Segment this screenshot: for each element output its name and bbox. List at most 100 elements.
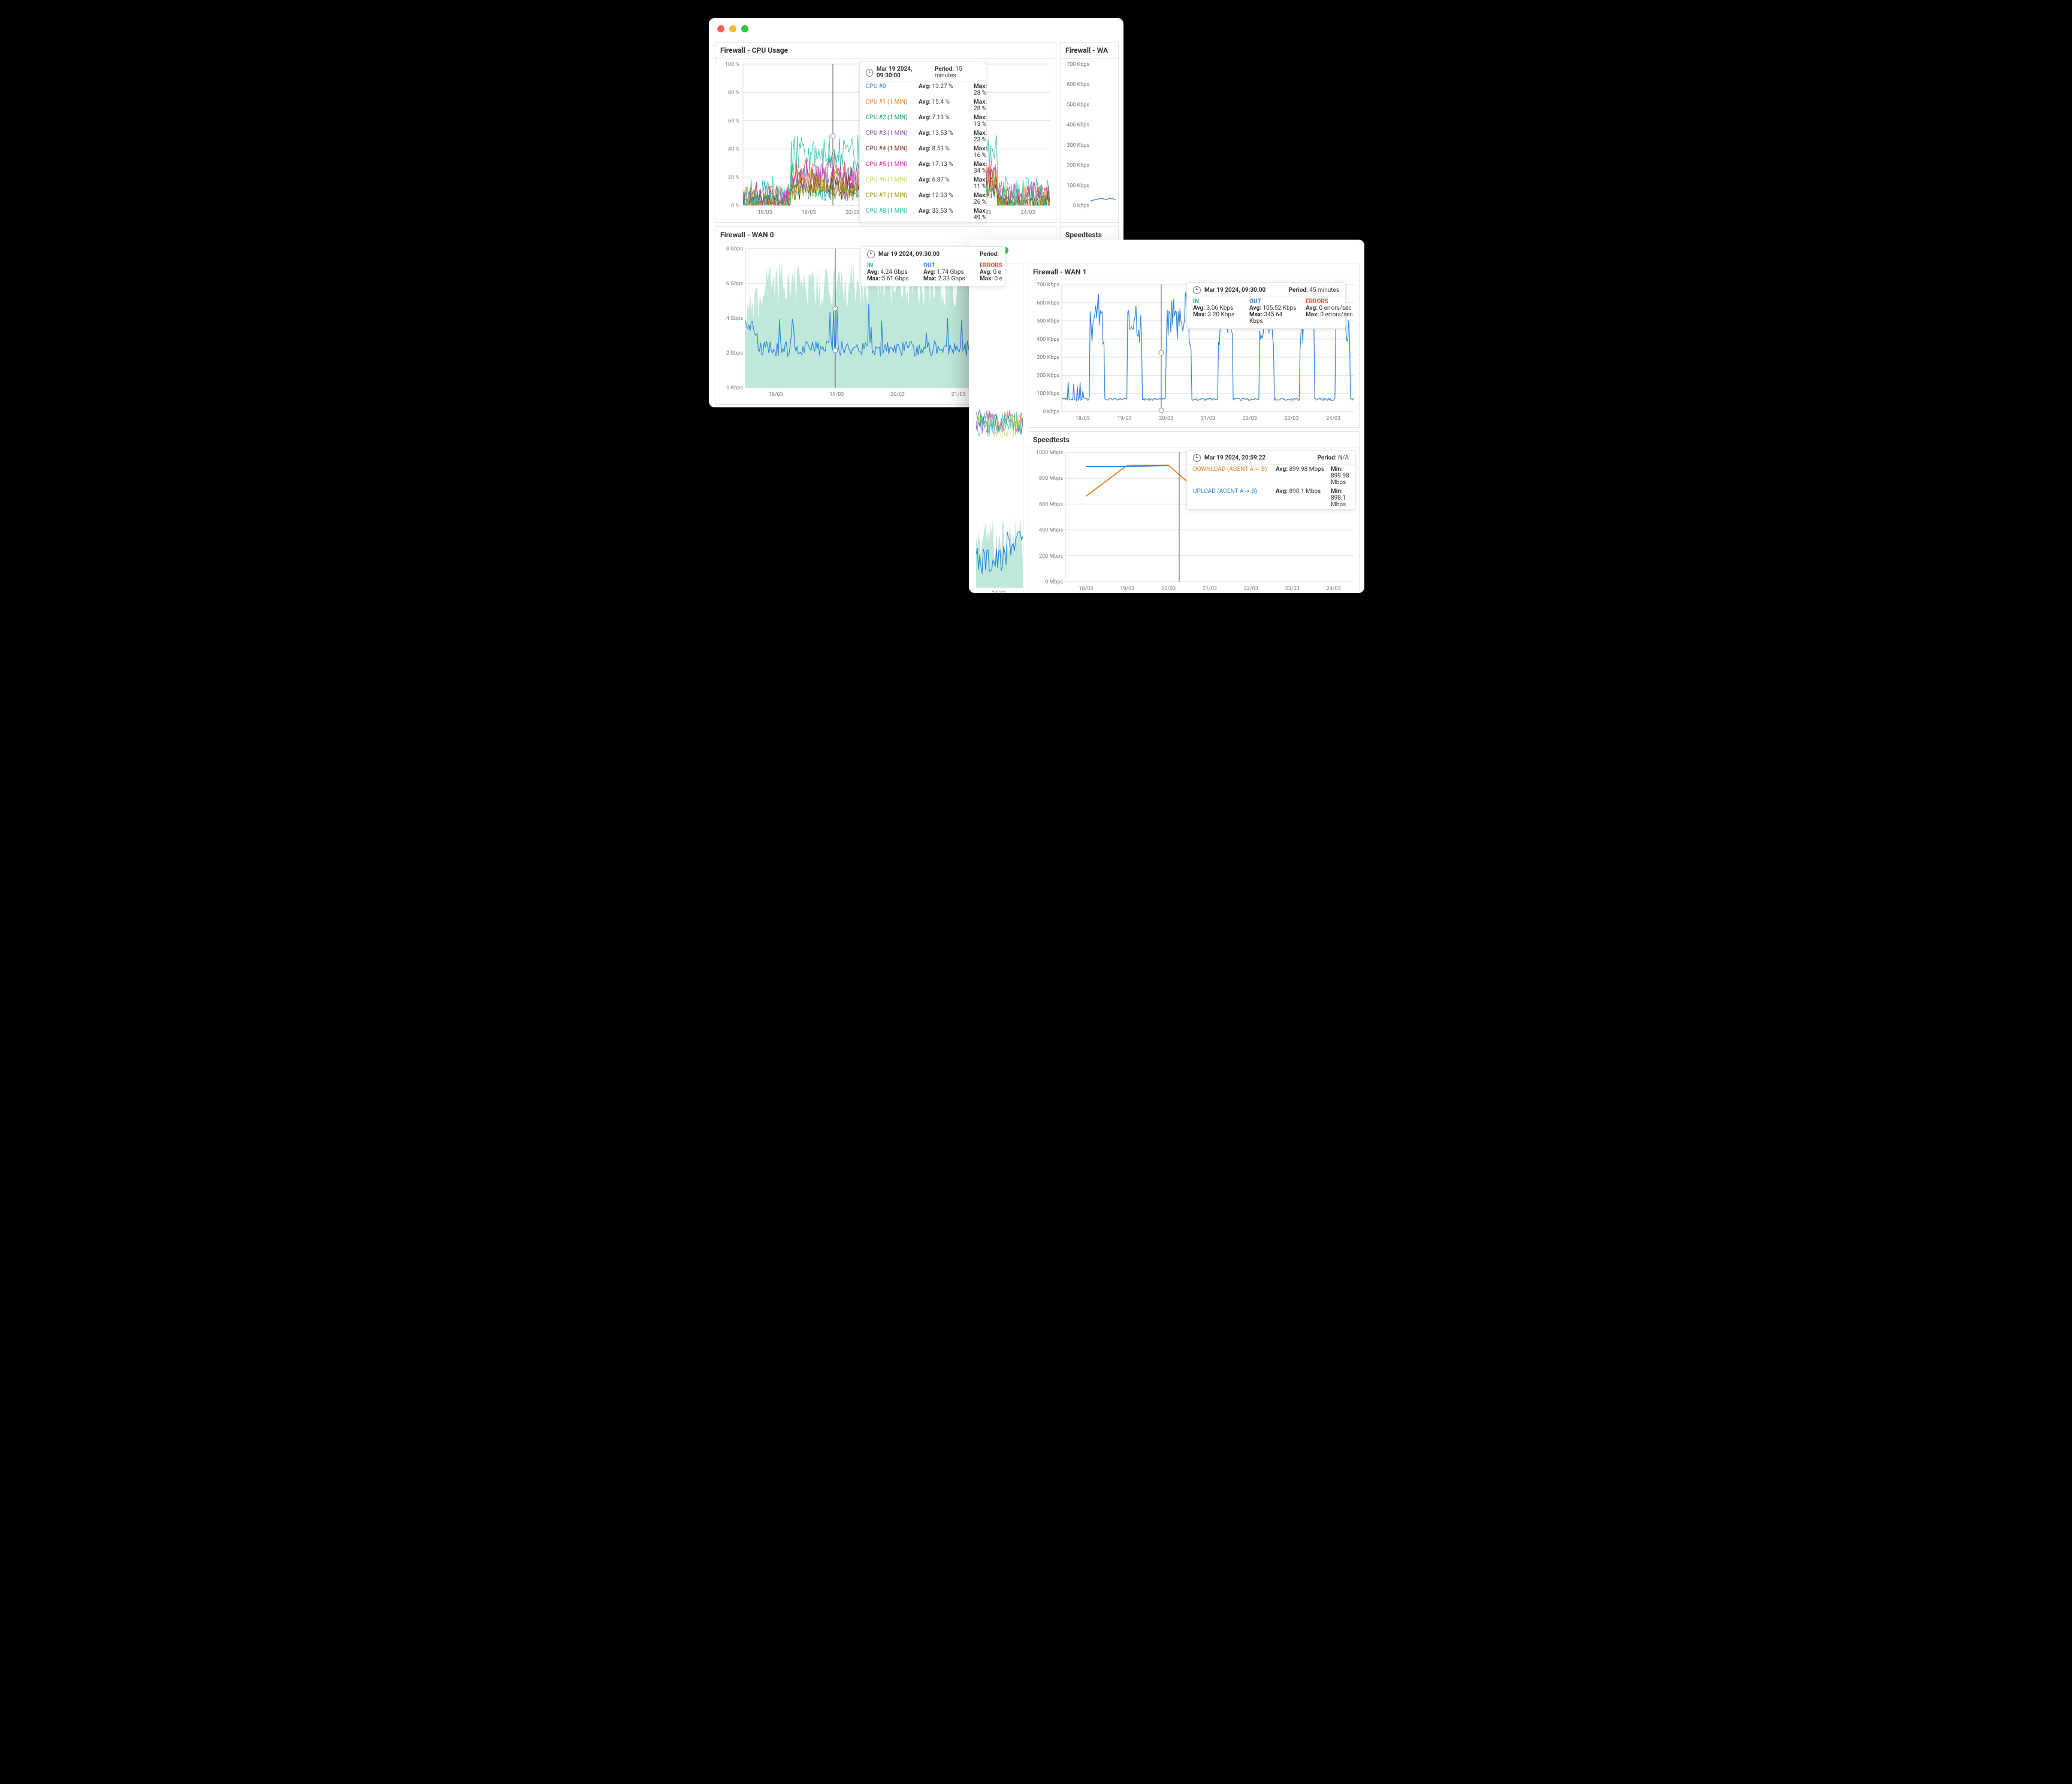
tooltip-series-row: CPU #0Avg: 13.27 %Max: 28 % — [860, 82, 986, 98]
tooltip-series-row: CPU #7 (1 MIN)Avg: 12.33 %Max: 26 % — [860, 191, 986, 207]
svg-text:0 %: 0 % — [731, 203, 739, 209]
panel-title: Firewall - WA — [1061, 43, 1118, 59]
svg-text:24/03: 24/03 — [1327, 586, 1341, 592]
svg-text:800 Mbps: 800 Mbps — [1039, 476, 1063, 482]
speedtests-tooltip: Mar 19 2024, 20:59:22 Period: N/A DOWNLO… — [1186, 450, 1355, 510]
svg-text:19/03: 19/03 — [802, 210, 816, 216]
svg-text:200 Mbps: 200 Mbps — [1039, 554, 1063, 560]
svg-text:19/03: 19/03 — [1120, 586, 1134, 592]
panel-wan1: Firewall - WAN 1 0 Kbps 100 Kbps 200 Kbps 3… — [1028, 264, 1360, 428]
svg-text:20/03: 20/03 — [890, 392, 905, 398]
close-icon[interactable] — [717, 25, 724, 32]
window-traffic-lights — [969, 240, 1364, 261]
svg-text:100 %: 100 % — [725, 62, 739, 68]
tooltip-series-row: CPU #1 (1 MIN)Avg: 15.4 %Max: 28 % — [860, 98, 986, 113]
svg-text:6 Gbps: 6 Gbps — [726, 281, 744, 287]
clock-icon — [1193, 286, 1201, 294]
svg-text:22/03: 22/03 — [1243, 416, 1257, 422]
svg-text:20/03: 20/03 — [1161, 586, 1176, 592]
strip-chart: 24/03 — [975, 264, 1023, 593]
svg-text:100 Kbps: 100 Kbps — [1037, 391, 1059, 397]
minimize-icon[interactable] — [729, 25, 736, 32]
panel-speedtests: Speedtests 0 Mbps 200 Mbps 400 Mbps 600 Mbp… — [1028, 431, 1360, 593]
svg-text:23/03: 23/03 — [1285, 586, 1300, 592]
svg-text:19/03: 19/03 — [1117, 416, 1132, 422]
svg-text:300 Kbps: 300 Kbps — [1067, 143, 1089, 149]
svg-text:20 %: 20 % — [728, 175, 739, 181]
svg-text:19/03: 19/03 — [829, 392, 844, 398]
svg-text:200 Kbps: 200 Kbps — [1037, 373, 1059, 379]
svg-text:40 %: 40 % — [728, 147, 739, 153]
clock-icon — [867, 250, 875, 258]
tooltip-timestamp: Mar 19 2024, 09:30:00 — [1204, 287, 1265, 294]
tooltip-col: INAvg: 4.24 GbpsMax: 5.61 Gbps — [867, 262, 915, 282]
clock-icon — [866, 69, 873, 77]
svg-text:300 Kbps: 300 Kbps — [1037, 355, 1059, 361]
svg-text:18/03: 18/03 — [758, 210, 772, 216]
svg-text:24/03: 24/03 — [1326, 416, 1340, 422]
tooltip-col: ERRORSAvg: 0 eMax: 0 e — [980, 262, 1028, 282]
svg-text:21/03: 21/03 — [1203, 586, 1217, 592]
clock-icon — [1193, 454, 1201, 462]
tooltip-series-row: CPU #2 (1 MIN)Avg: 7.13 %Max: 13 % — [860, 113, 986, 129]
svg-text:100 Kbps: 100 Kbps — [1067, 183, 1089, 189]
svg-text:18/03: 18/03 — [1076, 416, 1090, 422]
svg-text:23/03: 23/03 — [1284, 416, 1298, 422]
tooltip-col: INAvg: 3.06 KbpsMax: 3.20 Kbps — [1193, 298, 1241, 325]
svg-text:1000 Mbps: 1000 Mbps — [1036, 450, 1063, 456]
svg-text:0 Kbps: 0 Kbps — [1043, 409, 1059, 415]
svg-text:20/03: 20/03 — [845, 210, 860, 216]
svg-text:24/03: 24/03 — [992, 591, 1006, 593]
tooltip-timestamp: Mar 19 2024, 20:59:22 — [1204, 455, 1265, 461]
dashboard-window-2: 24/03 Firewall - WAN 1 0 Kbps 100 Kbps 200… — [969, 240, 1364, 593]
svg-text:2 Gbps: 2 Gbps — [726, 350, 744, 356]
tooltip-timestamp: Mar 19 2024, 09:30:00 — [877, 66, 931, 79]
svg-text:80 %: 80 % — [728, 90, 739, 96]
svg-text:18/03: 18/03 — [1079, 586, 1093, 592]
svg-text:60 %: 60 % — [728, 118, 739, 124]
svg-text:500 Kbps: 500 Kbps — [1067, 102, 1089, 108]
panel-title: Speedtests — [1028, 432, 1359, 448]
panel-strip: 24/03 — [975, 264, 1023, 593]
svg-text:4 Gbps: 4 Gbps — [726, 316, 744, 322]
svg-text:20/03: 20/03 — [1159, 416, 1173, 422]
svg-text:8 Gbps: 8 Gbps — [726, 246, 744, 252]
wan0-tooltip: Mar 19 2024, 09:30:00 Period: INAvg: 4.2… — [860, 246, 1005, 286]
svg-text:21/03: 21/03 — [1201, 416, 1215, 422]
svg-text:22/03: 22/03 — [1244, 586, 1258, 592]
svg-text:400 Kbps: 400 Kbps — [1037, 337, 1059, 343]
cpu-tooltip: Mar 19 2024, 09:30:00 Period: 15 minutes… — [859, 62, 986, 223]
svg-text:200 Kbps: 200 Kbps — [1067, 163, 1089, 169]
svg-text:400 Mbps: 400 Mbps — [1039, 528, 1063, 534]
tooltip-series-row: UPLOAD (AGENT A -> B)Avg: 898.1 MbpsMin:… — [1187, 487, 1355, 509]
tooltip-timestamp: Mar 19 2024, 09:30:00 — [878, 251, 940, 258]
svg-text:0 Kbps: 0 Kbps — [1073, 203, 1089, 209]
panel-title: Firewall - CPU Usage — [715, 43, 1056, 59]
tooltip-series-row: CPU #3 (1 MIN)Avg: 13.53 %Max: 23 % — [860, 129, 986, 144]
svg-text:600 Kbps: 600 Kbps — [1037, 300, 1059, 306]
panel-title: Firewall - WAN 1 — [1028, 264, 1359, 280]
wan1-tooltip: Mar 19 2024, 09:30:00 Period: 45 minutes… — [1186, 282, 1346, 329]
svg-text:0 Kbps: 0 Kbps — [726, 385, 743, 391]
panel-cpu: Firewall - CPU Usage 0 % 20 % 40 % 60 % 80 %… — [715, 42, 1056, 223]
tooltip-series-row: CPU #5 (1 MIN)Avg: 17.13 %Max: 34 % — [860, 160, 986, 176]
svg-text:500 Kbps: 500 Kbps — [1037, 319, 1059, 325]
svg-text:700 Kbps: 700 Kbps — [1037, 282, 1059, 288]
svg-text:24/03: 24/03 — [1020, 210, 1035, 216]
wan-side-chart[interactable]: 0 Kbps 100 Kbps 200 Kbps 300 Kbps 400 Kbps 50… — [1061, 58, 1118, 222]
svg-text:700 Kbps: 700 Kbps — [1067, 62, 1089, 68]
svg-text:600 Mbps: 600 Mbps — [1039, 501, 1063, 507]
tooltip-col: ERRORSAvg: 0 errors/secMax: 0 errors/sec — [1306, 298, 1354, 325]
svg-text:400 Kbps: 400 Kbps — [1067, 122, 1089, 128]
panel-wan-side: Firewall - WA 0 Kbps 100 Kbps 200 Kbps 300 … — [1060, 42, 1119, 223]
tooltip-col: OUTAvg: 1.74 GbpsMax: 2.33 Gbps — [923, 262, 971, 282]
svg-text:0 Mbps: 0 Mbps — [1045, 579, 1063, 585]
tooltip-series-row: DOWNLOAD (AGENT A <- B)Avg: 899.98 MbpsM… — [1187, 465, 1355, 487]
zoom-icon[interactable] — [741, 25, 748, 32]
tooltip-series-row: CPU #4 (1 MIN)Avg: 8.53 %Max: 16 % — [860, 144, 986, 160]
svg-text:600 Kbps: 600 Kbps — [1067, 82, 1089, 88]
tooltip-series-row: CPU #6 (1 MIN)Avg: 6.87 %Max: 11 % — [860, 176, 986, 191]
svg-text:18/03: 18/03 — [769, 392, 783, 398]
svg-text:21/03: 21/03 — [952, 392, 966, 398]
window-traffic-lights — [709, 18, 1123, 40]
